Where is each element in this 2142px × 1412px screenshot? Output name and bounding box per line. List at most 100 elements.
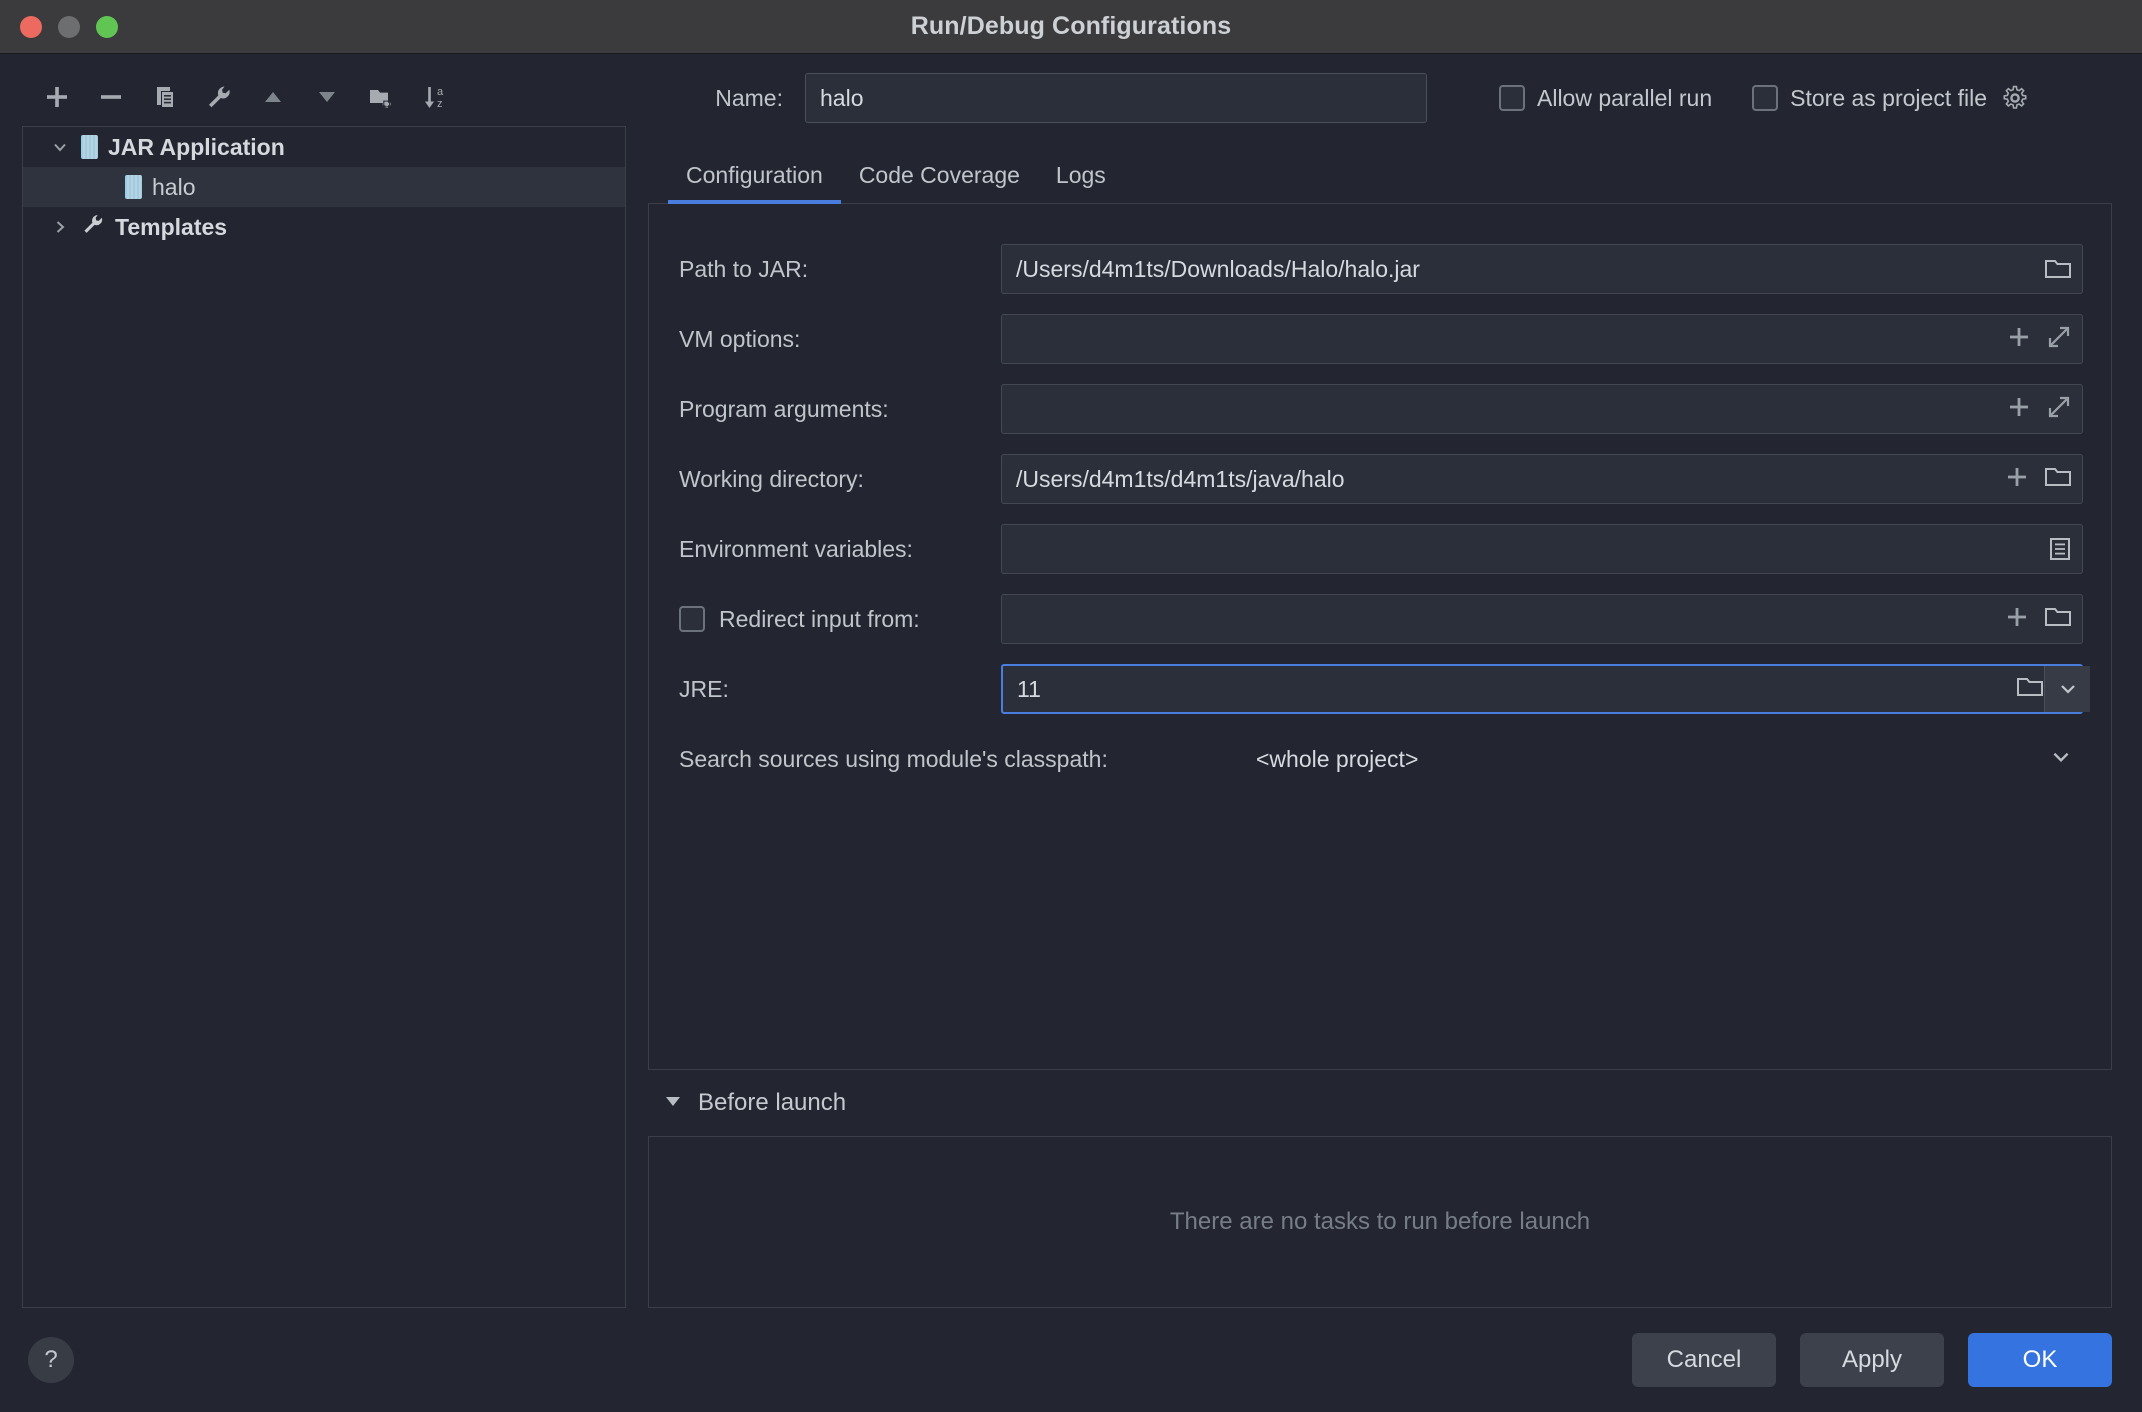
tree-item-label: halo — [152, 174, 195, 201]
configuration-form: Path to JAR: /Users/d4m1ts/Downloads/Hal… — [648, 204, 2112, 1070]
tree-item-halo[interactable]: halo — [23, 167, 625, 207]
redirect-input-field[interactable] — [1001, 594, 2083, 644]
working-directory-value: /Users/d4m1ts/d4m1ts/java/halo — [1016, 466, 1994, 493]
help-button[interactable]: ? — [28, 1337, 74, 1383]
tree-item-templates[interactable]: Templates — [23, 207, 625, 247]
title-bar: Run/Debug Configurations — [0, 0, 2142, 54]
cancel-button[interactable]: Cancel — [1632, 1333, 1776, 1387]
vm-options-field[interactable] — [1001, 314, 2083, 364]
allow-parallel-run-label: Allow parallel run — [1537, 85, 1712, 112]
field-row-program-arguments: Program arguments: — [671, 374, 2083, 444]
plus-icon — [43, 83, 71, 111]
working-directory-browse-button[interactable] — [2044, 465, 2072, 494]
program-arguments-add-macro-button[interactable] — [2006, 394, 2032, 425]
jre-label: JRE: — [671, 676, 1001, 703]
jre-browse-button[interactable] — [2016, 675, 2044, 704]
store-as-project-file-settings-button[interactable] — [2001, 84, 2029, 112]
tab-configuration[interactable]: Configuration — [668, 162, 841, 203]
apply-button[interactable]: Apply — [1800, 1333, 1944, 1387]
close-window-button[interactable] — [20, 16, 42, 38]
field-row-working-directory: Working directory: /Users/d4m1ts/d4m1ts/… — [671, 444, 2083, 514]
new-folder-button[interactable] — [358, 74, 404, 120]
redirect-input-browse-button[interactable] — [2044, 605, 2072, 634]
minimize-window-button[interactable] — [58, 16, 80, 38]
allow-parallel-run-checkbox[interactable]: Allow parallel run — [1499, 85, 1712, 112]
plus-icon — [2004, 464, 2030, 490]
move-up-button[interactable] — [250, 74, 296, 120]
working-directory-field[interactable]: /Users/d4m1ts/d4m1ts/java/halo — [1001, 454, 2083, 504]
program-arguments-field[interactable] — [1001, 384, 2083, 434]
redirect-input-add-macro-button[interactable] — [2004, 604, 2030, 635]
program-arguments-expand-button[interactable] — [2046, 394, 2072, 425]
move-down-button[interactable] — [304, 74, 350, 120]
environment-variables-field[interactable] — [1001, 524, 2083, 574]
remove-configuration-button[interactable] — [88, 74, 134, 120]
working-directory-add-macro-button[interactable] — [2004, 464, 2030, 495]
program-arguments-label: Program arguments: — [671, 396, 1001, 423]
search-sources-combo[interactable]: <whole project> — [1241, 734, 2083, 784]
name-row: Name: Allow parallel run Store as projec… — [648, 54, 2112, 142]
tab-code-coverage[interactable]: Code Coverage — [841, 162, 1038, 203]
tree-item-label: Templates — [115, 214, 227, 241]
before-launch-empty-text: There are no tasks to run before launch — [1170, 1208, 1590, 1236]
dialog-footer: ? Cancel Apply OK — [0, 1308, 2142, 1412]
folder-icon — [2044, 465, 2072, 489]
edit-templates-button[interactable] — [196, 74, 242, 120]
sort-alphabetically-button[interactable]: a z — [412, 74, 458, 120]
chevron-right-icon[interactable] — [49, 218, 71, 236]
copy-configuration-button[interactable] — [142, 74, 188, 120]
field-row-environment-variables: Environment variables: — [671, 514, 2083, 584]
tab-logs[interactable]: Logs — [1038, 162, 1124, 203]
search-sources-value: <whole project> — [1256, 746, 2050, 773]
editor-tabs[interactable]: Configuration Code Coverage Logs — [648, 142, 2112, 204]
search-sources-label: Search sources using module's classpath: — [671, 746, 1241, 773]
checkbox-box[interactable] — [679, 606, 705, 632]
field-row-redirect-input: Redirect input from: — [671, 584, 2083, 654]
jre-field[interactable]: 11 — [1001, 664, 2083, 714]
chevron-down-icon[interactable] — [49, 138, 71, 156]
chevron-down-icon — [2058, 679, 2078, 699]
redirect-input-checkbox[interactable]: Redirect input from: — [671, 606, 1001, 633]
tree-item-label: JAR Application — [108, 134, 285, 161]
configurations-panel: a z JAR Application halo — [0, 54, 648, 1308]
arrow-up-icon — [259, 83, 287, 111]
tree-toolbar: a z — [22, 68, 626, 126]
before-launch-task-list[interactable]: There are no tasks to run before launch — [648, 1136, 2112, 1308]
checkbox-box[interactable] — [1499, 85, 1525, 111]
jre-adornments — [2006, 675, 2044, 704]
field-row-search-sources: Search sources using module's classpath:… — [671, 724, 2083, 794]
add-configuration-button[interactable] — [34, 74, 80, 120]
minus-icon — [97, 83, 125, 111]
vm-options-add-macro-button[interactable] — [2006, 324, 2032, 355]
store-as-project-file-checkbox[interactable]: Store as project file — [1752, 85, 1987, 112]
vm-options-label: VM options: — [671, 326, 1001, 353]
plus-icon — [2006, 394, 2032, 420]
triangle-down-icon[interactable] — [662, 1090, 684, 1117]
search-sources-dropdown-button[interactable] — [2050, 746, 2072, 773]
folder-icon — [2044, 257, 2072, 281]
path-to-jar-browse-button[interactable] — [2034, 257, 2072, 281]
jar-icon — [81, 135, 98, 159]
dialog-body: a z JAR Application halo — [0, 54, 2142, 1308]
vm-options-expand-button[interactable] — [2046, 324, 2072, 355]
tree-item-jar-application[interactable]: JAR Application — [23, 127, 625, 167]
name-label: Name: — [658, 85, 783, 112]
ok-button[interactable]: OK — [1968, 1333, 2112, 1387]
field-row-jre: JRE: 11 — [671, 654, 2083, 724]
path-to-jar-value: /Users/d4m1ts/Downloads/Halo/halo.jar — [1016, 256, 2034, 283]
maximize-window-button[interactable] — [96, 16, 118, 38]
environment-variables-edit-button[interactable] — [2038, 536, 2072, 562]
folder-plus-icon — [367, 83, 395, 111]
svg-text:a: a — [437, 86, 444, 98]
gear-icon — [2001, 84, 2029, 112]
path-to-jar-field[interactable]: /Users/d4m1ts/Downloads/Halo/halo.jar — [1001, 244, 2083, 294]
jre-value: 11 — [1017, 676, 2006, 703]
checkbox-box[interactable] — [1752, 85, 1778, 111]
vm-options-adornments — [1996, 324, 2072, 355]
jre-dropdown-button[interactable] — [2044, 666, 2090, 712]
before-launch-header[interactable]: Before launch — [648, 1070, 2112, 1136]
configurations-tree[interactable]: JAR Application halo — [22, 126, 626, 1308]
name-input[interactable] — [805, 73, 1427, 123]
working-directory-label: Working directory: — [671, 466, 1001, 493]
svg-text:z: z — [437, 98, 443, 110]
